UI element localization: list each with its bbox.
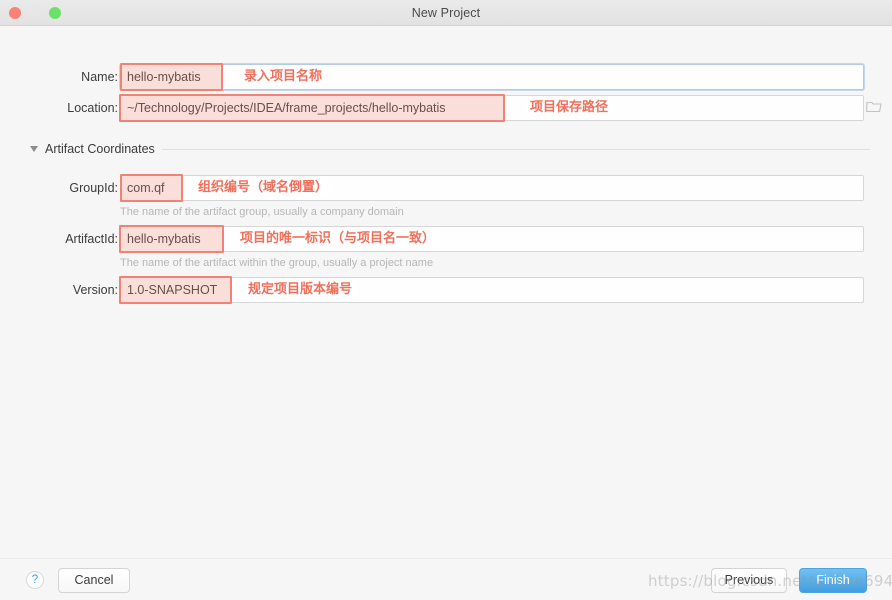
version-label: Version:	[72, 283, 118, 297]
cancel-button[interactable]: Cancel	[58, 568, 130, 593]
version-input[interactable]: 1.0-SNAPSHOT	[120, 277, 864, 303]
name-row: Name: hello-mybatis	[0, 64, 892, 90]
location-label: Location:	[67, 101, 118, 115]
section-divider	[161, 148, 870, 150]
location-annotation: 项目保存路径	[524, 98, 615, 118]
artifactid-hint: The name of the artifact within the grou…	[120, 257, 434, 269]
minimize-button-icon[interactable]	[29, 6, 41, 19]
chevron-down-icon[interactable]	[30, 146, 38, 152]
folder-icon[interactable]	[866, 100, 882, 113]
help-button[interactable]: ?	[26, 571, 44, 589]
artifactid-annotation: 项目的唯一标识（与项目名一致）	[234, 229, 442, 249]
name-label: Name:	[81, 70, 118, 84]
artifactid-row: ArtifactId: hello-mybatis	[0, 226, 892, 252]
groupid-row: GroupId: com.qf	[0, 175, 892, 201]
artifactid-label: ArtifactId:	[65, 232, 118, 246]
zoom-button-icon[interactable]	[49, 6, 61, 19]
groupid-label: GroupId:	[69, 181, 118, 195]
window-title: New Project	[411, 5, 481, 20]
artifactid-input[interactable]: hello-mybatis	[120, 226, 864, 252]
location-row: Location: ~/Technology/Projects/IDEA/fra…	[0, 95, 892, 121]
close-button-icon[interactable]	[9, 6, 21, 19]
new-project-dialog: New Project Name: hello-mybatis 录入项目名称 L…	[0, 0, 892, 600]
dialog-content: Name: hello-mybatis 录入项目名称 Location: ~/T…	[0, 26, 892, 560]
title-bar: New Project	[0, 0, 892, 26]
name-annotation: 录入项目名称	[238, 67, 329, 87]
version-annotation: 规定项目版本编号	[242, 280, 359, 300]
name-input[interactable]: hello-mybatis	[120, 64, 864, 90]
groupid-hint: The name of the artifact group, usually …	[120, 206, 404, 218]
window-controls	[9, 0, 61, 25]
artifact-coordinates-section-header[interactable]: Artifact Coordinates	[30, 140, 870, 158]
version-row: Version: 1.0-SNAPSHOT	[0, 277, 892, 303]
section-title: Artifact Coordinates	[45, 142, 155, 156]
location-input[interactable]: ~/Technology/Projects/IDEA/frame_project…	[120, 95, 864, 121]
watermark: https://blog.csdn.net/yulijun6943	[648, 572, 892, 590]
groupid-annotation: 组织编号（域名倒置）	[192, 178, 335, 198]
